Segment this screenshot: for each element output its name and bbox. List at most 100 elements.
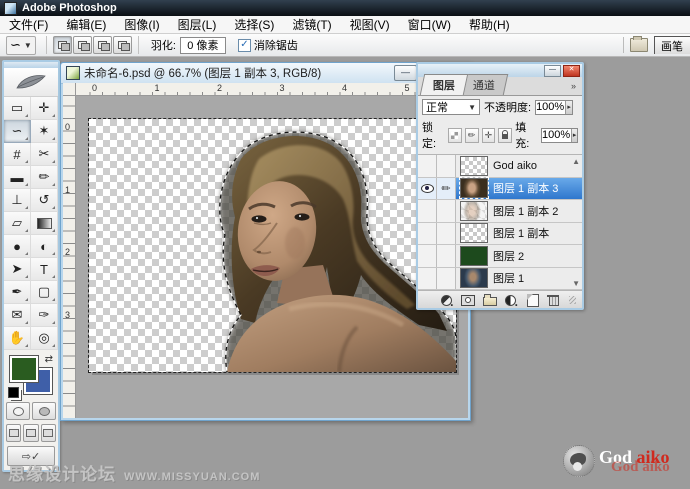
resize-grip[interactable]	[569, 296, 576, 304]
opacity-field[interactable]: 100% ▸	[535, 100, 573, 115]
tool-preset-picker[interactable]: ∽ ▼	[6, 36, 36, 55]
menu-item-5[interactable]: 滤镜(T)	[283, 17, 340, 33]
scroll-down-icon[interactable]: ▼	[572, 279, 580, 288]
intersect-selection-button[interactable]	[113, 36, 132, 54]
tool-crop[interactable]: #	[4, 143, 31, 166]
visibility-toggle[interactable]	[418, 223, 437, 245]
tool-slice[interactable]: ✂	[31, 143, 58, 166]
palette-minimize-button[interactable]: —	[544, 65, 561, 77]
layer-thumbnail[interactable]	[460, 246, 488, 266]
add-layer-mask-icon[interactable]	[461, 294, 473, 306]
palette-close-button[interactable]: ✕	[563, 65, 580, 77]
lock-position-icon[interactable]: ✛	[482, 128, 496, 143]
layer-row-4[interactable]: 图层 2	[418, 245, 582, 268]
visibility-toggle[interactable]	[418, 268, 437, 290]
swap-colors-icon[interactable]: ⇄	[45, 354, 53, 365]
layer-row-6[interactable]: 背景	[418, 290, 582, 291]
link-cell[interactable]	[437, 290, 456, 291]
tool-gradient[interactable]	[31, 212, 58, 235]
minimize-button[interactable]: —	[394, 65, 417, 81]
tool-move[interactable]: ✛	[31, 97, 58, 120]
visibility-toggle[interactable]	[418, 178, 437, 200]
tool-brush[interactable]: ✏	[31, 166, 58, 189]
layer-thumbnail[interactable]	[460, 268, 488, 288]
tool-rectangular-marquee[interactable]: ▭	[4, 97, 31, 120]
palette-menu-icon[interactable]: »	[571, 81, 576, 91]
quick-mask-mode-button[interactable]	[32, 402, 56, 420]
new-adjustment-layer-icon[interactable]	[504, 294, 516, 306]
tool-clone-stamp[interactable]: ⊥	[4, 189, 31, 212]
tool-eyedropper[interactable]: ✑	[31, 304, 58, 327]
fill-spinner-icon[interactable]: ▸	[571, 129, 577, 142]
link-cell[interactable]	[437, 223, 456, 245]
visibility-toggle[interactable]	[418, 290, 437, 291]
tool-eraser[interactable]: ▱	[4, 212, 31, 235]
menu-item-0[interactable]: 文件(F)	[0, 17, 57, 33]
default-colors-icon[interactable]	[8, 387, 19, 398]
layer-thumbnail[interactable]	[460, 223, 488, 243]
menu-item-6[interactable]: 视图(V)	[341, 17, 399, 33]
delete-layer-icon[interactable]	[547, 294, 559, 306]
add-to-selection-button[interactable]	[73, 36, 92, 54]
document-titlebar[interactable]: 未命名-6.psd @ 66.7% (图层 1 副本 3, RGB/8) — □…	[61, 63, 470, 84]
new-group-icon[interactable]	[483, 294, 495, 306]
foreground-color-swatch[interactable]	[10, 356, 38, 382]
canvas[interactable]	[89, 119, 456, 372]
standard-mode-button[interactable]	[6, 402, 30, 420]
link-cell[interactable]	[437, 155, 456, 177]
visibility-toggle[interactable]	[418, 245, 437, 267]
blend-mode-select[interactable]: 正常 ▼	[422, 99, 480, 115]
subtract-from-selection-button[interactable]	[93, 36, 112, 54]
visibility-toggle[interactable]	[418, 200, 437, 222]
layer-thumbnail[interactable]	[460, 178, 488, 198]
tool-magic-wand[interactable]: ✶	[31, 120, 58, 143]
menu-item-3[interactable]: 图层(L)	[169, 17, 226, 33]
layer-row-1[interactable]: ✏图层 1 副本 3	[418, 178, 582, 201]
menu-item-8[interactable]: 帮助(H)	[460, 17, 519, 33]
tool-type[interactable]: T	[31, 258, 58, 281]
tool-dodge[interactable]: ◐	[31, 235, 58, 258]
opacity-spinner-icon[interactable]: ▸	[565, 101, 572, 114]
tool-zoom[interactable]: ◎	[31, 327, 58, 350]
tool-notes[interactable]: ✉	[4, 304, 31, 327]
menu-item-2[interactable]: 图像(I)	[115, 17, 168, 33]
lock-transparency-icon[interactable]	[448, 128, 462, 143]
tool-path-selection[interactable]: ➤	[4, 258, 31, 281]
tool-healing-brush[interactable]: ▬	[4, 166, 31, 189]
layer-row-5[interactable]: 图层 1	[418, 268, 582, 291]
link-cell[interactable]: ✏	[437, 178, 456, 200]
new-selection-button[interactable]	[53, 36, 72, 54]
layer-row-0[interactable]: God aiko	[418, 155, 582, 178]
file-browser-icon[interactable]	[630, 38, 648, 52]
tool-shape[interactable]: ▢	[31, 281, 58, 304]
fill-field[interactable]: 100% ▸	[541, 128, 578, 143]
link-cell[interactable]	[437, 200, 456, 222]
new-layer-icon[interactable]	[526, 294, 538, 306]
layer-row-3[interactable]: 图层 1 副本	[418, 223, 582, 246]
fullscreen-menubar-button[interactable]	[23, 424, 38, 442]
fullscreen-button[interactable]	[41, 424, 56, 442]
menu-item-7[interactable]: 窗口(W)	[399, 17, 460, 33]
link-cell[interactable]	[437, 245, 456, 267]
tool-pen[interactable]: ✒	[4, 281, 31, 304]
tool-lasso[interactable]: ∽	[4, 120, 31, 143]
feather-input[interactable]	[180, 37, 226, 54]
palette-well-brushes-tab[interactable]: 画笔	[654, 36, 690, 54]
antialias-checkbox[interactable]: ✓	[238, 39, 251, 52]
layer-row-2[interactable]: 图层 1 副本 2	[418, 200, 582, 223]
tool-blur[interactable]: ●	[4, 235, 31, 258]
tool-history-brush[interactable]: ↺	[31, 189, 58, 212]
tool-hand[interactable]: ✋	[4, 327, 31, 350]
layer-thumbnail[interactable]	[460, 201, 488, 221]
layer-style-icon[interactable]	[440, 294, 452, 306]
lock-paint-icon[interactable]: ✏	[465, 128, 479, 143]
layer-thumbnail[interactable]	[460, 156, 488, 176]
scroll-up-icon[interactable]: ▲	[572, 157, 580, 166]
standard-screen-button[interactable]	[6, 424, 21, 442]
lock-all-icon[interactable]	[498, 128, 512, 143]
menu-item-4[interactable]: 选择(S)	[225, 17, 283, 33]
link-cell[interactable]	[437, 268, 456, 290]
tab-layers[interactable]: 图层	[420, 74, 468, 95]
visibility-toggle[interactable]	[418, 155, 437, 177]
menu-item-1[interactable]: 编辑(E)	[57, 17, 115, 33]
